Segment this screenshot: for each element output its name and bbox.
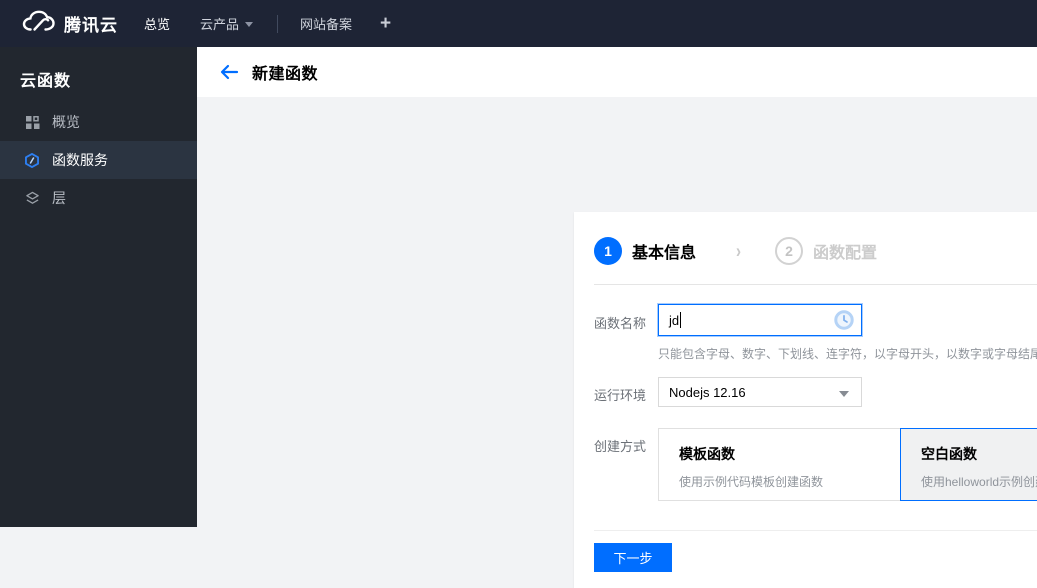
creation-method-label: 创建方式 — [594, 439, 647, 454]
sidebar-item-label: 概览 — [52, 114, 80, 130]
next-step-button[interactable]: 下一步 — [594, 543, 672, 572]
layers-icon — [24, 190, 40, 206]
option-blank-function[interactable]: 空白函数 使用helloworld示例创建空白函数 — [900, 428, 1037, 501]
sidebar-item-functions[interactable]: 函数服务 — [0, 141, 197, 179]
function-name-value: jd — [669, 312, 680, 328]
option-template-function[interactable]: 模板函数 使用示例代码模板创建函数 — [658, 428, 901, 501]
pending-clock-icon — [833, 309, 855, 331]
steps-divider — [594, 284, 1037, 285]
runtime-value: Nodejs 12.16 — [669, 384, 746, 400]
step-chevron-icon: › — [736, 239, 742, 263]
page-title: 新建函数 — [252, 66, 319, 83]
dropdown-caret-icon — [839, 391, 849, 397]
option-title: 模板函数 — [679, 446, 735, 462]
nav-products-label: 云产品 — [200, 17, 240, 32]
scf-hexagon-icon — [24, 152, 40, 168]
top-navbar: 腾讯云 总览 云产品 网站备案 + — [0, 0, 1037, 47]
grid-icon — [24, 114, 40, 130]
runtime-select[interactable]: Nodejs 12.16 — [658, 377, 862, 407]
function-name-hint: 只能包含字母、数字、下划线、连字符，以字母开头，以数字或字母结尾，2~60个字符 — [658, 347, 1037, 361]
option-desc: 使用helloworld示例创建空白函数 — [921, 475, 1037, 489]
text-cursor — [680, 312, 682, 328]
runtime-label: 运行环境 — [594, 388, 647, 403]
sidebar-item-layers[interactable]: 层 — [0, 179, 197, 217]
option-title: 空白函数 — [921, 446, 977, 462]
sidebar-item-label: 函数服务 — [52, 152, 108, 168]
cloud-logo-icon — [22, 10, 56, 38]
back-arrow-icon[interactable] — [219, 62, 239, 82]
chevron-down-icon — [245, 22, 254, 27]
step-indicator: 1 基本信息 › 2 函数配置 — [594, 234, 877, 268]
add-tab-button[interactable]: + — [380, 13, 391, 35]
step-1-circle: 1 — [594, 237, 622, 265]
sidebar: 云函数 概览 函数服务 层 — [0, 47, 197, 527]
content-area: 1 基本信息 › 2 函数配置 函数名称 jd 只能包含字母、数字、下划线、连字… — [197, 97, 1037, 588]
step-2-circle: 2 — [775, 237, 804, 265]
step-1-label: 基本信息 — [632, 245, 697, 262]
nav-divider — [277, 14, 279, 33]
page-header: 新建函数 — [197, 47, 1037, 97]
nav-products[interactable]: 云产品 — [200, 14, 254, 33]
nav-overview[interactable]: 总览 — [144, 14, 170, 33]
brand-name: 腾讯云 — [64, 16, 118, 35]
sidebar-menu: 概览 函数服务 层 — [0, 103, 197, 217]
sidebar-item-overview[interactable]: 概览 — [0, 103, 197, 141]
tencent-cloud-logo[interactable]: 腾讯云 — [22, 10, 118, 38]
step-2-label: 函数配置 — [813, 245, 878, 262]
sidebar-title: 云函数 — [20, 73, 72, 90]
function-name-label: 函数名称 — [594, 316, 647, 331]
function-name-input[interactable]: jd — [657, 303, 863, 337]
option-desc: 使用示例代码模板创建函数 — [679, 475, 824, 489]
footer-divider — [594, 530, 1037, 531]
nav-icp[interactable]: 网站备案 — [300, 14, 352, 33]
sidebar-item-label: 层 — [52, 190, 66, 206]
creation-method-options: 模板函数 使用示例代码模板创建函数 空白函数 使用helloworld示例创建空… — [658, 428, 1037, 501]
create-function-card: 1 基本信息 › 2 函数配置 函数名称 jd 只能包含字母、数字、下划线、连字… — [574, 212, 1037, 588]
